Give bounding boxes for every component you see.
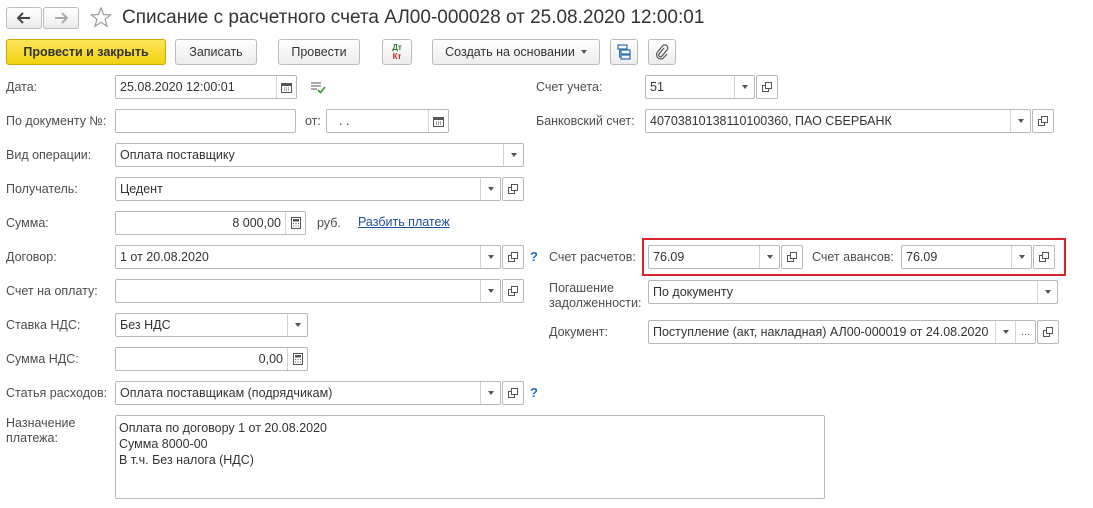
calendar-icon[interactable] (428, 110, 448, 132)
currency-label: руб. (317, 216, 341, 230)
paperclip-icon (655, 44, 669, 60)
chevron-down-icon[interactable] (503, 144, 523, 166)
contract-label: Договор: (6, 250, 57, 264)
open-icon (508, 388, 518, 398)
calculator-icon[interactable] (287, 348, 307, 370)
write-button[interactable]: Записать (175, 39, 257, 65)
invoice-label: Счет на оплату: (6, 284, 98, 298)
operation-type-label: Вид операции: (6, 148, 92, 162)
open-icon (787, 252, 797, 262)
back-button[interactable] (6, 7, 42, 29)
open-icon (508, 286, 518, 296)
document-number-field[interactable] (115, 109, 296, 133)
open-contract-button[interactable] (502, 245, 524, 269)
account-field[interactable]: 51 (645, 75, 755, 99)
select-document-button[interactable]: ... (1015, 321, 1035, 343)
dt-kt-icon: Дт Кт (392, 43, 402, 61)
advance-account-field[interactable]: 76.09 (901, 245, 1032, 269)
open-icon (508, 184, 518, 194)
dt-kt-button[interactable]: Дт Кт (382, 39, 412, 65)
open-icon (1039, 252, 1049, 262)
open-bank-account-button[interactable] (1032, 109, 1054, 133)
purpose-line: Сумма 8000-00 (119, 437, 208, 451)
open-recipient-button[interactable] (502, 177, 524, 201)
bank-account-field[interactable]: 40703810138110100360, ПАО СБЕРБАНК (645, 109, 1031, 133)
arrow-right-icon (55, 12, 68, 24)
chevron-down-icon[interactable] (480, 178, 500, 200)
open-invoice-button[interactable] (502, 279, 524, 303)
purpose-line: Оплата по договору 1 от 20.08.2020 (119, 421, 327, 435)
date-label: Дата: (6, 80, 38, 94)
document-field[interactable]: Поступление (акт, накладная) АЛ00-000019… (648, 320, 1036, 344)
expense-item-field[interactable]: Оплата поставщикам (подрядчикам) (115, 381, 501, 405)
forward-button[interactable] (43, 7, 79, 29)
debt-repayment-label-line2: задолженности: (549, 296, 642, 310)
hierarchy-icon (617, 44, 631, 60)
create-based-on-button[interactable]: Создать на основании (432, 39, 600, 65)
open-icon (508, 252, 518, 262)
vat-sum-label: Сумма НДС: (6, 352, 79, 366)
invoice-field[interactable] (115, 279, 501, 303)
chevron-down-icon[interactable] (480, 382, 500, 404)
favorite-star-icon[interactable] (90, 7, 112, 28)
purpose-line: В т.ч. Без налога (НДС) (119, 453, 254, 467)
date-field[interactable]: 25.08.2020 12:00:01 (115, 75, 297, 99)
chevron-down-icon[interactable] (1010, 110, 1030, 132)
settlement-account-label: Счет расчетов: (549, 250, 636, 264)
open-settlement-account-button[interactable] (781, 245, 803, 269)
operation-type-select[interactable]: Оплата поставщику (115, 143, 524, 167)
sum-field[interactable]: 8 000,00 (115, 211, 306, 235)
chevron-down-icon[interactable] (734, 76, 754, 98)
bank-account-label: Банковский счет: (536, 114, 635, 128)
calculator-icon[interactable] (285, 212, 305, 234)
settlement-account-field[interactable]: 76.09 (648, 245, 780, 269)
payment-purpose-label-line1: Назначение (6, 416, 76, 430)
chevron-down-icon (580, 50, 587, 54)
attach-button[interactable] (648, 39, 676, 65)
chevron-down-icon[interactable] (287, 314, 307, 336)
contract-field[interactable]: 1 от 20.08.2020 (115, 245, 501, 269)
advance-account-label: Счет авансов: (812, 250, 894, 264)
recipient-label: Получатель: (6, 182, 78, 196)
open-icon (1038, 116, 1048, 126)
chevron-down-icon[interactable] (759, 246, 779, 268)
sum-label: Сумма: (6, 216, 49, 230)
open-advance-account-button[interactable] (1033, 245, 1055, 269)
open-expense-item-button[interactable] (502, 381, 524, 405)
approve-icon[interactable] (310, 81, 326, 94)
arrow-left-icon (17, 12, 30, 24)
expense-help-icon[interactable]: ? (530, 385, 538, 400)
debt-repayment-label-line1: Погашение (549, 281, 614, 295)
structure-button[interactable] (610, 39, 638, 65)
chevron-down-icon[interactable] (1011, 246, 1031, 268)
payment-purpose-textarea[interactable]: Оплата по договору 1 от 20.08.2020 Сумма… (115, 415, 825, 499)
document-label: Документ: (549, 325, 608, 339)
from-label: от: (305, 114, 321, 128)
payment-purpose-label-line2: платежа: (6, 431, 58, 445)
post-and-close-button[interactable]: Провести и закрыть (6, 39, 166, 65)
vat-sum-field[interactable]: 0,00 (115, 347, 308, 371)
chevron-down-icon[interactable] (1037, 281, 1057, 303)
split-payment-link[interactable]: Разбить платеж (358, 215, 450, 229)
open-icon (762, 82, 772, 92)
document-number-label: По документу №: (6, 114, 107, 128)
open-icon (1043, 327, 1053, 337)
contract-help-icon[interactable]: ? (530, 249, 538, 264)
chevron-down-icon[interactable] (480, 246, 500, 268)
calendar-icon[interactable] (276, 76, 296, 98)
account-label: Счет учета: (536, 80, 603, 94)
open-account-button[interactable] (756, 75, 778, 99)
chevron-down-icon[interactable] (480, 280, 500, 302)
chevron-down-icon[interactable] (995, 321, 1015, 343)
recipient-field[interactable]: Цедент (115, 177, 501, 201)
vat-rate-select[interactable]: Без НДС (115, 313, 308, 337)
from-date-field[interactable]: . . (326, 109, 449, 133)
debt-repayment-select[interactable]: По документу (648, 280, 1058, 304)
page-title: Списание с расчетного счета АЛ00-000028 … (122, 7, 705, 28)
vat-rate-label: Ставка НДС: (6, 318, 81, 332)
open-document-button[interactable] (1037, 320, 1059, 344)
expense-item-label: Статья расходов: (6, 386, 108, 400)
post-button[interactable]: Провести (278, 39, 360, 65)
